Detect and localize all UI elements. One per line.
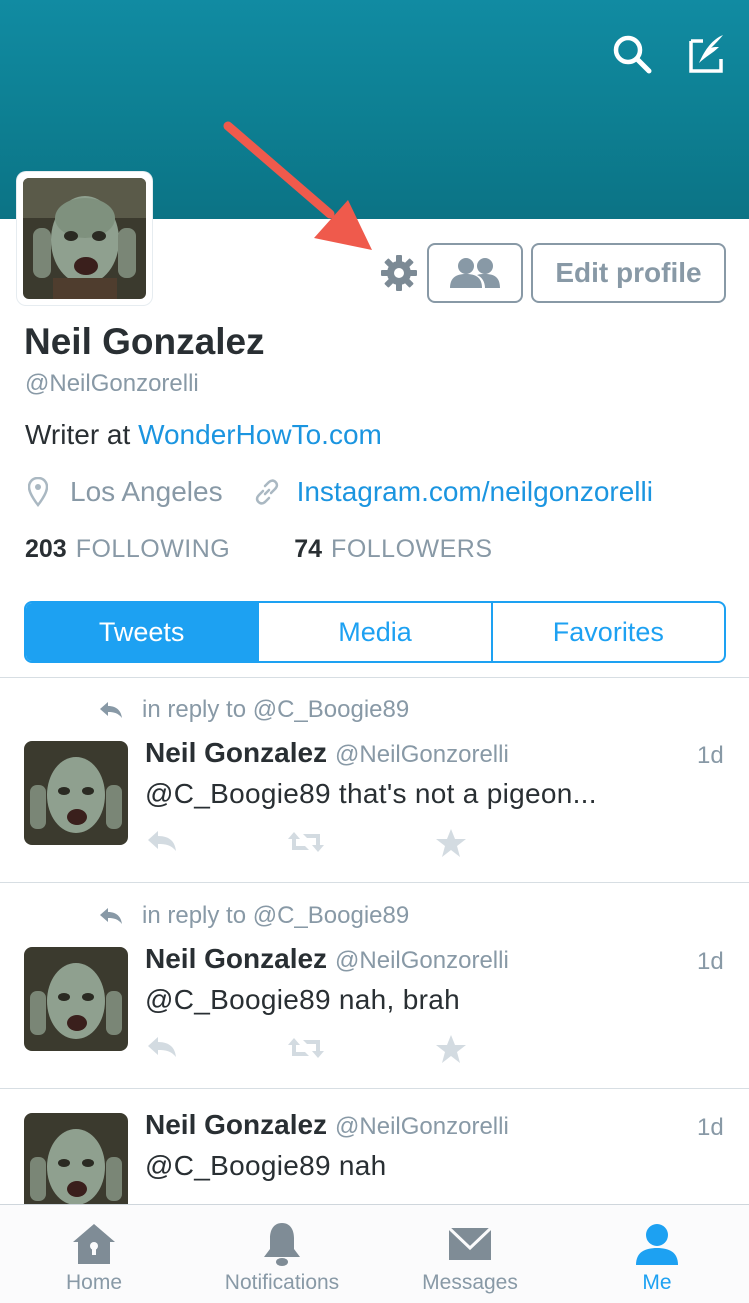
favorite-button[interactable] [435, 828, 467, 863]
tweet-header: Neil Gonzalez @NeilGonzorelli [145, 943, 509, 975]
settings-button[interactable] [378, 252, 420, 294]
reply-context: in reply to @C_Boogie89 [98, 902, 409, 930]
profile-website-link[interactable]: Instagram.com/neilgonzorelli [297, 476, 653, 508]
profile-tabs: Tweets Media Favorites [24, 601, 726, 663]
tabbar-messages[interactable]: Messages [410, 1205, 530, 1303]
profile-bio: Writer at WonderHowTo.com [25, 419, 382, 451]
retweet-button[interactable] [287, 1034, 325, 1067]
tab-media[interactable]: Media [257, 603, 490, 661]
retweet-button[interactable] [287, 828, 325, 861]
reply-button[interactable] [145, 1034, 179, 1065]
tweet-timestamp: 1d [697, 1114, 724, 1141]
tabbar-me[interactable]: Me [617, 1205, 697, 1303]
tweet-timestamp: 1d [697, 948, 724, 975]
reply-button[interactable] [145, 828, 179, 859]
followers-count: 74 [294, 535, 323, 563]
tweet-item[interactable]: Neil Gonzalez @NeilGonzorelli 1d @C_Boogi… [0, 1089, 749, 1204]
home-icon [73, 1224, 115, 1264]
compose-icon [689, 35, 723, 73]
following-label: FOLLOWING [75, 535, 231, 563]
location-pin-icon [28, 477, 48, 507]
tweet-timestamp: 1d [697, 742, 724, 769]
following-stat[interactable]: 203 FOLLOWING [25, 535, 230, 564]
reply-icon [148, 831, 176, 851]
followers-stat[interactable]: 74 FOLLOWERS [294, 535, 492, 564]
compose-tweet-button[interactable] [682, 30, 730, 78]
find-people-button[interactable] [427, 243, 523, 303]
profile-location: Los Angeles [70, 476, 223, 507]
retweet-icon [288, 1038, 324, 1058]
tabbar-label: Me [642, 1271, 672, 1294]
person-icon [636, 1224, 678, 1265]
following-count: 203 [25, 535, 67, 563]
reply-arrow-icon [100, 908, 122, 924]
reply-to-text: in reply to @C_Boogie89 [142, 696, 410, 723]
tweet-author-name[interactable]: Neil Gonzalez [145, 1109, 327, 1140]
reply-to-text: in reply to @C_Boogie89 [142, 902, 410, 929]
avatar-image [23, 178, 146, 299]
favorite-button[interactable] [435, 1034, 467, 1069]
profile-name: Neil Gonzalez [24, 321, 265, 362]
envelope-icon [448, 1226, 492, 1260]
search-icon [613, 35, 652, 74]
bottom-tab-bar: Home Notifications Messages Me [0, 1204, 749, 1303]
tweet-avatar[interactable] [24, 947, 128, 1051]
tabbar-home[interactable]: Home [44, 1205, 144, 1303]
bell-icon [264, 1223, 300, 1266]
tweet-author-name[interactable]: Neil Gonzalez [145, 943, 327, 974]
tab-tweets[interactable]: Tweets [26, 603, 258, 661]
search-button[interactable] [608, 30, 656, 78]
people-icon [450, 258, 500, 288]
reply-icon [148, 1037, 176, 1057]
tweet-text: @C_Boogie89 nah [145, 1150, 387, 1181]
star-icon [436, 1035, 466, 1063]
link-icon [255, 479, 278, 505]
tweet-header: Neil Gonzalez @NeilGonzorelli [145, 1109, 509, 1141]
tweet-text: @C_Boogie89 nah, brah [145, 984, 460, 1015]
profile-handle: @NeilGonzorelli [25, 370, 199, 397]
tweet-header: Neil Gonzalez @NeilGonzorelli [145, 737, 509, 769]
profile-stats: 203 FOLLOWING 74 FOLLOWERS [25, 535, 493, 564]
tabbar-notifications[interactable]: Notifications [212, 1205, 352, 1303]
reply-arrow-icon [100, 702, 122, 718]
edit-profile-button[interactable]: Edit profile [531, 243, 726, 303]
tweet-author-handle: @NeilGonzorelli [335, 1113, 509, 1140]
retweet-icon [288, 832, 324, 852]
tab-favorites[interactable]: Favorites [490, 603, 724, 661]
bio-text: Writer at [25, 419, 139, 450]
followers-label: FOLLOWERS [331, 535, 493, 563]
reply-context: in reply to @C_Boogie89 [98, 696, 409, 724]
tweet-item[interactable]: in reply to @C_Boogie89 Neil Gonzalez @Ne… [0, 883, 749, 1088]
tweet-avatar[interactable] [24, 1113, 128, 1204]
tabbar-label: Notifications [224, 1271, 340, 1294]
gear-icon [381, 255, 417, 291]
tweet-author-name[interactable]: Neil Gonzalez [145, 737, 327, 768]
tweet-author-handle: @NeilGonzorelli [335, 947, 509, 974]
bio-link[interactable]: WonderHowTo.com [138, 419, 382, 450]
tabbar-label: Messages [422, 1271, 518, 1294]
tweet-avatar[interactable] [24, 741, 128, 845]
profile-meta: Los Angeles Instagram.com/neilgonzorelli [28, 472, 653, 512]
tabbar-label: Home [65, 1271, 123, 1294]
tweet-text: @C_Boogie89 that's not a pigeon... [145, 778, 597, 809]
star-icon [436, 829, 466, 857]
tweet-item[interactable]: in reply to @C_Boogie89 Neil Gonzalez @Ne… [0, 678, 749, 882]
profile-avatar[interactable] [17, 172, 152, 305]
tweet-author-handle: @NeilGonzorelli [335, 741, 509, 768]
